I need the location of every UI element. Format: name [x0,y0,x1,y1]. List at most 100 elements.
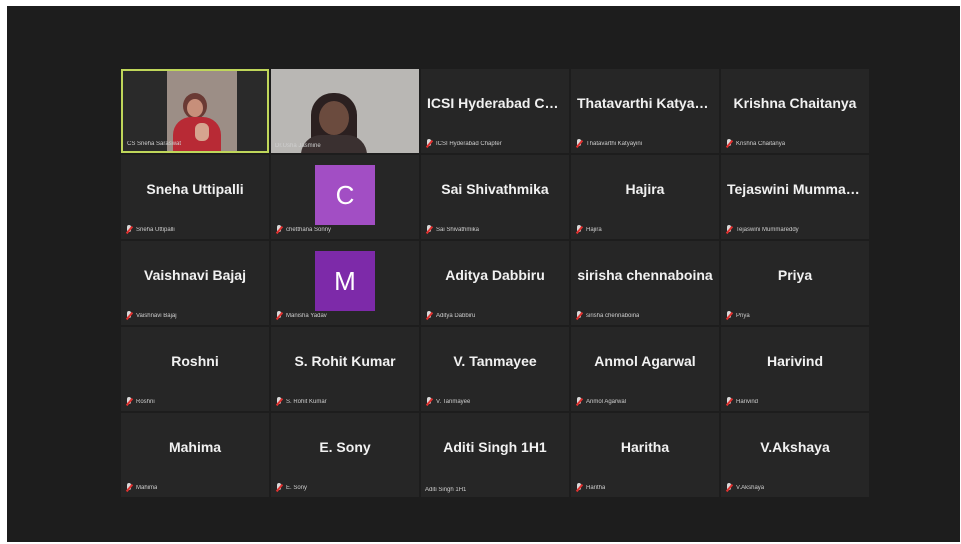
caption-label: Aditya Dabbiru [436,313,476,319]
participant-name: Vaishnavi Bajaj [144,267,246,283]
muted-mic-icon [275,397,283,407]
participant-tile[interactable]: Mahima Mahima [121,413,269,497]
participant-name: S. Rohit Kumar [294,353,396,369]
participant-caption: Hajira [575,225,602,235]
caption-label: Anmol Agarwal [586,399,627,405]
muted-mic-icon [125,311,133,321]
gallery-grid: CS Sneha Saraswat Dr.Usha Jasmine ICSI Hyd… [121,69,869,497]
muted-mic-icon [125,483,133,493]
caption-label: chetthana Sonny [286,227,332,233]
participant-tile[interactable]: Roshni Roshni [121,327,269,411]
caption-label: Harivind [736,399,759,405]
participant-caption: sirisha chennaboina [575,311,639,321]
participant-name: Aditya Dabbiru [445,267,545,283]
participant-name: Haritha [620,439,670,455]
participant-caption: Manisha Yadav [275,311,327,321]
participant-tile[interactable]: Krishna Chaitanya Krishna Chaitanya [721,69,869,153]
participant-tile[interactable]: Hajira Hajira [571,155,719,239]
muted-mic-icon [575,483,583,493]
muted-mic-icon [725,483,733,493]
participant-tile[interactable]: sirisha chennaboina sirisha chennaboina [571,241,719,325]
participant-caption: Mahima [125,483,157,493]
participant-tile[interactable]: Thatavarthi Katyayini Thatavarthi Katyayi… [571,69,719,153]
participant-tile[interactable]: Cchetthana Sonny [271,155,419,239]
participant-caption: Tejaswini Mummareddy [725,225,799,235]
muted-mic-icon [425,139,433,149]
participant-name: sirisha chennaboina [577,267,713,283]
caption-label: V.Akshaya [736,485,765,491]
caption-label: Manisha Yadav [286,313,327,319]
participant-caption: chetthana Sonny [275,225,331,235]
participant-name: Anmol Agarwal [594,353,696,369]
participant-caption: Harivind [725,397,758,407]
muted-mic-icon [425,311,433,321]
participant-tile[interactable]: E. Sony E. Sony [271,413,419,497]
participant-tile[interactable]: Anmol Agarwal Anmol Agarwal [571,327,719,411]
participant-avatar: M [315,251,375,311]
caption-label: sirisha chennaboina [586,313,640,319]
participant-tile[interactable]: Sneha Uttipalli Sneha Uttipalli [121,155,269,239]
participant-name: Sneha Uttipalli [146,181,244,197]
participant-tile[interactable]: Haritha Haritha [571,413,719,497]
participant-name: Harivind [766,353,823,369]
caption-label: Dr.Usha Jasmine [275,143,321,149]
muted-mic-icon [725,225,733,235]
muted-mic-icon [575,139,583,149]
participant-name: Roshni [171,353,219,369]
participant-tile[interactable]: ICSI Hyderabad Chapter ICSI Hyderabad Cha… [421,69,569,153]
participant-name: Krishna Chaitanya [733,95,857,111]
caption-label: Sai Shivathmika [436,227,480,233]
caption-label: Hajira [586,227,602,233]
participant-tile[interactable]: Harivind Harivind [721,327,869,411]
participant-caption: Aditi Singh 1H1 [425,487,466,493]
participant-tile[interactable]: S. Rohit Kumar S. Rohit Kumar [271,327,419,411]
participant-name: E. Sony [319,439,371,455]
muted-mic-icon [575,311,583,321]
caption-label: E. Sony [286,485,308,491]
muted-mic-icon [725,397,733,407]
participant-caption: Anmol Agarwal [575,397,626,407]
participant-tile[interactable]: Vaishnavi Bajaj Vaishnavi Bajaj [121,241,269,325]
participant-name: Priya [777,267,813,283]
participant-caption: V. Tanmayee [425,397,470,407]
caption-label: Thatavarthi Katyayini [586,141,643,147]
participant-caption: Aditya Dabbiru [425,311,475,321]
participant-tile[interactable]: Tejaswini Mummareddy Tejaswini Mummareddy [721,155,869,239]
caption-label: S. Rohit Kumar [286,399,327,405]
caption-label: CS Sneha Saraswat [127,141,182,147]
participant-tile[interactable]: CS Sneha Saraswat [121,69,269,153]
muted-mic-icon [425,225,433,235]
caption-label: Roshni [136,399,155,405]
participant-tile[interactable]: Aditi Singh 1H1 Aditi Singh 1H1 [421,413,569,497]
participant-name: Aditi Singh 1H1 [443,439,547,455]
participant-caption: Sai Shivathmika [425,225,479,235]
caption-label: Haritha [586,485,606,491]
participant-tile[interactable]: Aditya Dabbiru Aditya Dabbiru [421,241,569,325]
participant-tile[interactable]: M Manisha Yadav [271,241,419,325]
participant-tile[interactable]: Sai Shivathmika Sai Shivathmika [421,155,569,239]
participant-name: ICSI Hyderabad Chapter [427,95,563,111]
participant-tile[interactable]: Dr.Usha Jasmine [271,69,419,153]
participant-caption: E. Sony [275,483,307,493]
caption-label: Aditi Singh 1H1 [425,487,467,493]
muted-mic-icon [125,225,133,235]
participant-tile[interactable]: Priya Priya [721,241,869,325]
caption-label: V. Tanmayee [436,399,471,405]
meeting-stage: CS Sneha Saraswat Dr.Usha Jasmine ICSI Hyd… [7,6,960,542]
muted-mic-icon [275,225,283,235]
participant-caption: S. Rohit Kumar [275,397,327,407]
caption-label: Mahima [136,485,158,491]
caption-label: Tejaswini Mummareddy [736,227,799,233]
participant-caption: Vaishnavi Bajaj [125,311,177,321]
muted-mic-icon [575,225,583,235]
participant-tile[interactable]: V.Akshaya V.Akshaya [721,413,869,497]
participant-caption: ICSI Hyderabad Chapter [425,139,502,149]
participant-name: V. Tanmayee [453,353,537,369]
caption-label: Vaishnavi Bajaj [136,313,177,319]
participant-caption: Haritha [575,483,605,493]
participant-tile[interactable]: V. Tanmayee V. Tanmayee [421,327,569,411]
participant-video [123,71,267,151]
caption-label: ICSI Hyderabad Chapter [436,141,502,147]
muted-mic-icon [725,311,733,321]
participant-name: V.Akshaya [760,439,830,455]
